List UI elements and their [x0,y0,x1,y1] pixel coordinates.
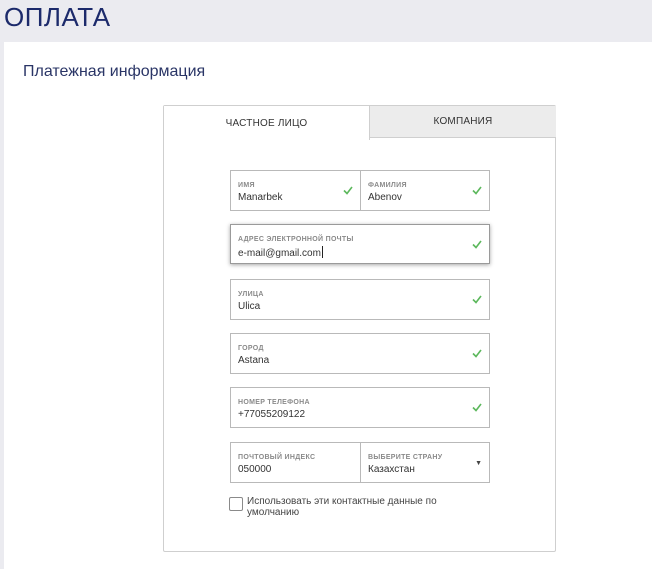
check-icon [472,349,482,358]
street-value: Ulica [238,301,261,312]
last-name-field[interactable]: ФАМИЛИЯ Abenov [360,170,490,211]
country-select[interactable]: ВЫБЕРИТЕ СТРАНУ Казахстан ▼ [360,442,490,483]
tab-private-person[interactable]: ЧАСТНОЕ ЛИЦО [164,106,370,140]
phone-label: НОМЕР ТЕЛЕФОНА [238,399,310,406]
city-label: ГОРОД [238,345,264,352]
phone-field[interactable]: НОМЕР ТЕЛЕФОНА +77055209122 [230,387,490,428]
page-header: ОПЛАТА [0,0,652,42]
check-icon [343,186,353,195]
dropdown-arrow-icon[interactable]: ▼ [475,460,482,467]
street-label: УЛИЦА [238,291,264,298]
text-caret [321,246,323,258]
street-field[interactable]: УЛИЦА Ulica [230,279,490,320]
check-icon [472,403,482,412]
email-value-wrap: e-mail@gmail.com [238,246,323,259]
default-contact-checkbox[interactable] [229,497,243,511]
content-panel: Платежная информация ЧАСТНОЕ ЛИЦО КОМПАН… [4,42,652,569]
page-title: ОПЛАТА [4,2,111,32]
phone-value: +77055209122 [238,409,306,420]
default-contact-label[interactable]: Использовать эти контактные данные по ум… [247,496,467,518]
email-field[interactable]: АДРЕС ЭЛЕКТРОННОЙ ПОЧТЫ e-mail@gmail.com [230,224,490,264]
first-name-value: Manarbek [238,192,283,203]
last-name-label: ФАМИЛИЯ [368,182,407,189]
country-value: Казахстан [368,464,415,475]
city-value: Astana [238,355,270,366]
check-icon [472,295,482,304]
check-icon [472,240,482,249]
tab-company[interactable]: КОМПАНИЯ [370,106,556,138]
billing-form-card: ЧАСТНОЕ ЛИЦО КОМПАНИЯ ИМЯ Manarbek ФАМИЛ… [163,105,556,552]
postal-code-label: ПОЧТОВЫЙ ИНДЕКС [238,454,316,461]
section-title: Платежная информация [23,63,206,80]
first-name-field[interactable]: ИМЯ Manarbek [230,170,361,211]
check-icon [472,186,482,195]
postal-code-value: 050000 [238,464,272,475]
last-name-value: Abenov [368,192,402,203]
email-label: АДРЕС ЭЛЕКТРОННОЙ ПОЧТЫ [238,236,354,243]
email-value: e-mail@gmail.com [238,248,321,259]
postal-code-field[interactable]: ПОЧТОВЫЙ ИНДЕКС 050000 [230,442,361,483]
country-label: ВЫБЕРИТЕ СТРАНУ [368,454,443,461]
city-field[interactable]: ГОРОД Astana [230,333,490,374]
first-name-label: ИМЯ [238,182,255,189]
